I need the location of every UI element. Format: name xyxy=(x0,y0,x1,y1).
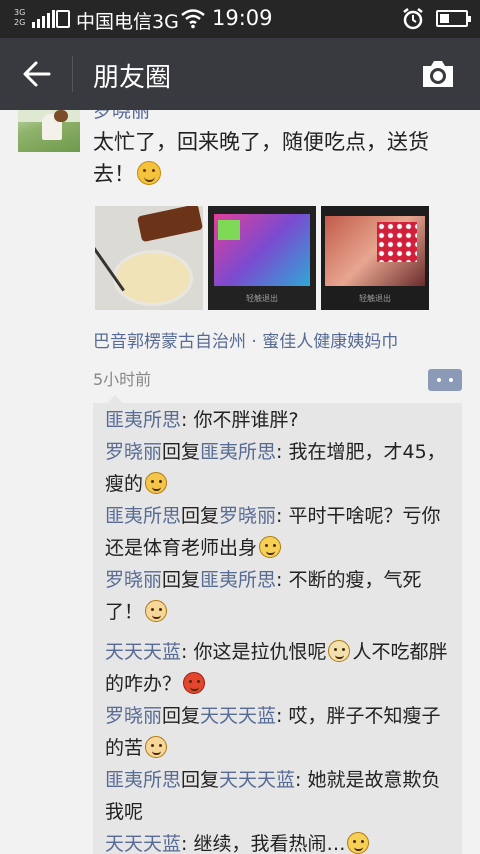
photo-caption: 轻触退出 xyxy=(246,294,278,303)
comment-item[interactable]: 罗晓丽回复匪夷所思: 不断的瘦，气死了！ xyxy=(105,564,451,628)
wifi-icon xyxy=(181,9,205,29)
post-photo-grid: 轻触退出 轻触退出 xyxy=(95,206,429,310)
sim-card-icon xyxy=(56,10,70,28)
comment-item[interactable]: 罗晓丽回复匪夷所思: 我在增肥，才45，瘦的 xyxy=(105,436,451,500)
commenter-name[interactable]: 天天天蓝 xyxy=(105,833,181,854)
camera-icon[interactable] xyxy=(420,58,456,90)
reply-target-name[interactable]: 罗晓丽 xyxy=(219,505,276,527)
blush-emoji-icon xyxy=(145,600,168,622)
commenter-name[interactable]: 罗晓丽 xyxy=(105,705,162,727)
package-photo[interactable]: 轻触退出 xyxy=(208,206,316,310)
battery-icon xyxy=(436,10,471,27)
network-type-indicator: 3G 2G xyxy=(14,8,26,27)
thinking-emoji-icon xyxy=(259,536,282,558)
nav-bar: 朋友圈 xyxy=(0,38,480,110)
comment-item[interactable]: 匪夷所思: 你不胖谁胖? xyxy=(105,404,451,436)
page-title: 朋友圈 xyxy=(93,63,172,93)
commenter-name[interactable]: 匪夷所思 xyxy=(105,769,181,791)
status-bar: 3G 2G 中国电信3G 19:09 xyxy=(0,0,480,38)
post-author-name[interactable]: 罗晓丽 xyxy=(93,110,150,123)
grin-emoji-icon xyxy=(137,161,161,185)
commenter-name[interactable]: 天天天蓝 xyxy=(105,641,181,663)
post-timestamp: 5小时前 xyxy=(93,370,152,389)
comment-like-button[interactable] xyxy=(428,369,462,391)
package-photo[interactable]: 轻触退出 xyxy=(321,206,429,310)
surprised-emoji-icon xyxy=(328,640,351,662)
angry-emoji-icon xyxy=(183,672,206,694)
back-arrow-icon[interactable] xyxy=(22,60,52,88)
clock: 19:09 xyxy=(212,6,273,30)
post-text: 太忙了，回来晚了，随便吃点，送货去！ xyxy=(93,130,429,186)
reply-target-name[interactable]: 天天天蓝 xyxy=(219,769,295,791)
comment-list: 匪夷所思: 你不胖谁胖? 罗晓丽回复匪夷所思: 我在增肥，才45，瘦的 匪夷所思… xyxy=(93,395,462,854)
alarm-icon xyxy=(403,8,423,30)
thinking-emoji-icon xyxy=(347,832,370,854)
commenter-name[interactable]: 罗晓丽 xyxy=(105,569,162,591)
signal-strength-icon xyxy=(32,10,55,28)
blush-emoji-icon xyxy=(145,736,168,758)
reply-target-name[interactable]: 天天天蓝 xyxy=(200,705,276,727)
comment-item[interactable]: 匪夷所思回复罗晓丽: 平时干啥呢？亏你还是体育老师出身 xyxy=(105,500,451,564)
reply-target-name[interactable]: 匪夷所思 xyxy=(200,569,276,591)
post-location[interactable]: 巴音郭楞蒙古自治州 · 蜜佳人健康姨妈巾 xyxy=(93,327,398,352)
commenter-name[interactable]: 匪夷所思 xyxy=(105,505,181,527)
commenter-name[interactable]: 匪夷所思 xyxy=(105,409,181,431)
comment-item[interactable]: 天天天蓝: 你这是拉仇恨呢 人不吃都胖的咋办？ xyxy=(105,636,451,700)
nav-divider xyxy=(72,56,73,92)
laugh-emoji-icon xyxy=(145,472,168,494)
comment-item[interactable]: 匪夷所思回复天天天蓝: 她就是故意欺负我呢 xyxy=(105,764,451,828)
commenter-name[interactable]: 罗晓丽 xyxy=(105,441,162,463)
food-photo[interactable] xyxy=(95,206,203,310)
comment-item[interactable]: 罗晓丽回复天天天蓝: 哎，胖子不知瘦子的苦 xyxy=(105,700,451,764)
carrier-name: 中国电信3G xyxy=(76,11,179,33)
photo-caption: 轻触退出 xyxy=(359,294,391,303)
moments-feed[interactable]: 罗晓丽 太忙了，回来晚了，随便吃点，送货去！ 轻触退出 轻触退出 巴音郭楞蒙古自… xyxy=(0,110,480,854)
reply-target-name[interactable]: 匪夷所思 xyxy=(200,441,276,463)
avatar[interactable] xyxy=(18,110,80,152)
comment-item[interactable]: 天天天蓝: 继续，我看热闹… xyxy=(105,828,451,854)
